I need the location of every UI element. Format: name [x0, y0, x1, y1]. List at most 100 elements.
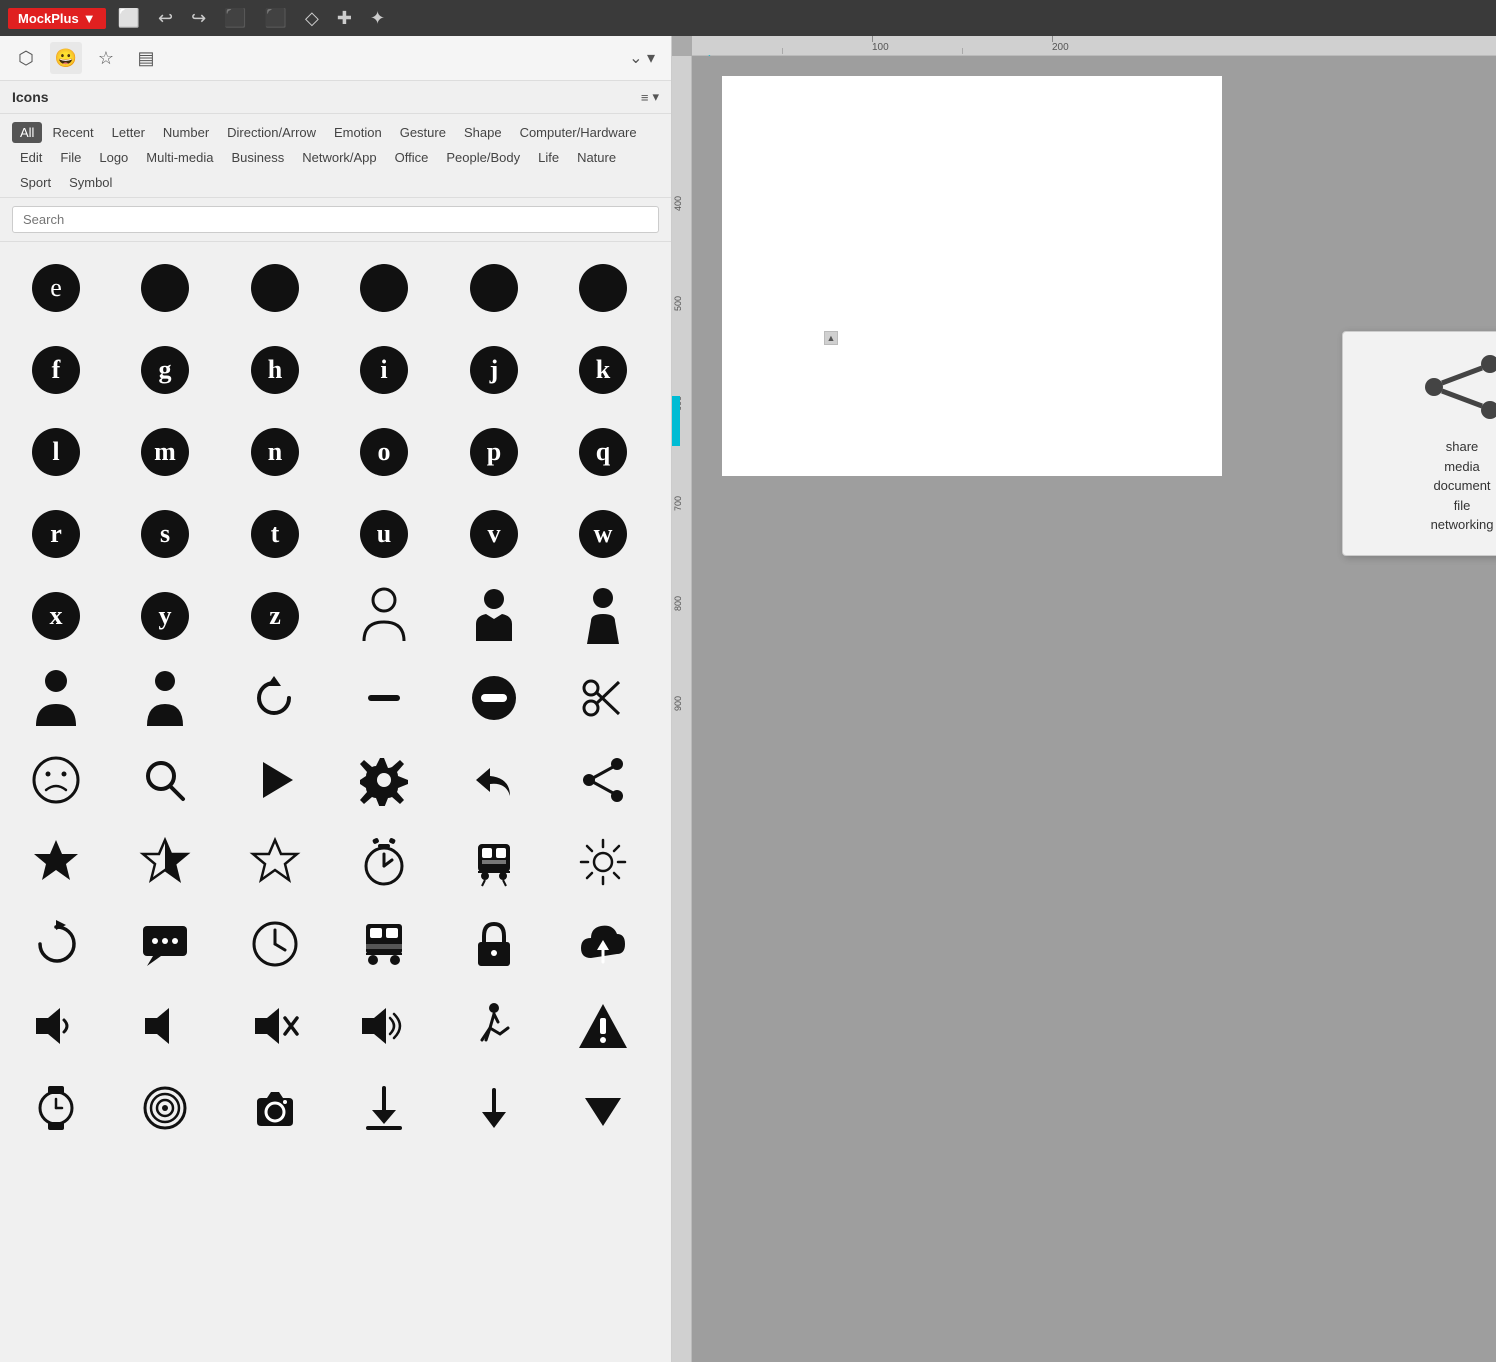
icon-cell-down-triangle[interactable] [556, 1068, 651, 1148]
cat-tab-computer[interactable]: Computer/Hardware [512, 122, 645, 143]
icon-cell-minus-line[interactable] [337, 658, 432, 738]
icon-cell-volume-low[interactable] [8, 986, 103, 1066]
icon-cell-v[interactable]: v [446, 494, 541, 574]
icon-cell-person-female[interactable] [556, 576, 651, 656]
icon-cell-m[interactable]: m [118, 412, 213, 492]
cat-tab-file[interactable]: File [52, 147, 89, 168]
icon-cell-walk[interactable] [446, 986, 541, 1066]
cat-tab-gesture[interactable]: Gesture [392, 122, 454, 143]
icon-cell-sun[interactable] [556, 822, 651, 902]
icon-cell-timer[interactable] [337, 822, 432, 902]
canvas-surface[interactable] [692, 56, 1496, 1362]
icons-header-actions[interactable]: ≡ ▾ [641, 89, 659, 105]
icon-cell-person1[interactable] [8, 658, 103, 738]
icon-cell-minus-circle[interactable] [446, 658, 541, 738]
icon-cell-clock[interactable] [227, 904, 322, 984]
icon-cell-q[interactable]: q [556, 412, 651, 492]
cat-tab-letter[interactable]: Letter [104, 122, 153, 143]
icon-cell-share[interactable] [556, 740, 651, 820]
cat-tab-life[interactable]: Life [530, 147, 567, 168]
cat-tab-logo[interactable]: Logo [91, 147, 136, 168]
cat-tab-number[interactable]: Number [155, 122, 217, 143]
icon-cell-radio[interactable] [118, 1068, 213, 1148]
brand-button[interactable]: MockPlus ▼ [8, 8, 106, 29]
cat-tab-network[interactable]: Network/App [294, 147, 384, 168]
icon-cell-j[interactable]: j [446, 330, 541, 410]
icon-cell-star-half[interactable] [118, 822, 213, 902]
tab-library[interactable]: ▤ [130, 42, 162, 74]
icon-cell-camera[interactable] [227, 1068, 322, 1148]
icon-cell-bus[interactable] [337, 904, 432, 984]
icon-cell-settings[interactable] [337, 740, 432, 820]
icon-cell-y[interactable]: y [118, 576, 213, 656]
icon-cell-person-suit[interactable] [446, 576, 541, 656]
toolbar-icon-7[interactable]: ✦ [364, 0, 391, 36]
cat-tab-office[interactable]: Office [387, 147, 437, 168]
cat-tab-sport[interactable]: Sport [12, 172, 59, 193]
cat-tab-business[interactable]: Business [223, 147, 292, 168]
cat-tab-direction[interactable]: Direction/Arrow [219, 122, 324, 143]
icon-cell-n[interactable]: n [227, 412, 322, 492]
tab-shapes[interactable]: ⬡ [10, 42, 42, 74]
icon-cell-lock[interactable] [446, 904, 541, 984]
icon-cell-star-outline[interactable] [227, 822, 322, 902]
toolbar-icon-redo[interactable]: ↪ [185, 0, 212, 36]
toolbar-icon-3[interactable]: ⬛ [218, 0, 252, 36]
icon-cell-refresh[interactable] [227, 658, 322, 738]
icon-cell-o[interactable]: o [337, 412, 432, 492]
icon-cell-s[interactable]: s [118, 494, 213, 574]
icon-cell-refresh2[interactable] [8, 904, 103, 984]
icon-cell[interactable]: e [8, 248, 103, 328]
icon-cell-volume-high[interactable] [337, 986, 432, 1066]
cat-tab-multimedia[interactable]: Multi-media [138, 147, 221, 168]
icon-cell-scissors[interactable] [556, 658, 651, 738]
scroll-arrow-up[interactable]: ▲ [824, 331, 838, 345]
cat-tab-recent[interactable]: Recent [44, 122, 101, 143]
icon-cell[interactable] [337, 248, 432, 328]
icon-cell-search[interactable] [118, 740, 213, 820]
panel-expand-button[interactable]: ⌄ ▾ [623, 44, 661, 72]
icon-cell-z[interactable]: z [227, 576, 322, 656]
cat-tab-all[interactable]: All [12, 122, 42, 143]
canvas-page[interactable] [722, 76, 1222, 476]
toolbar-icon-6[interactable]: ✚ [331, 0, 358, 36]
icon-cell-p[interactable]: p [446, 412, 541, 492]
toolbar-icon-4[interactable]: ⬛ [259, 0, 293, 36]
cat-tab-edit[interactable]: Edit [12, 147, 50, 168]
search-input[interactable] [12, 206, 659, 233]
icon-cell-watch[interactable] [8, 1068, 103, 1148]
cat-tab-shape[interactable]: Shape [456, 122, 510, 143]
icon-cell-w[interactable]: w [556, 494, 651, 574]
icon-cell-person2[interactable] [118, 658, 213, 738]
icon-cell-x[interactable]: x [8, 576, 103, 656]
icon-cell[interactable] [446, 248, 541, 328]
icon-cell-f[interactable]: f [8, 330, 103, 410]
icon-cell-k[interactable]: k [556, 330, 651, 410]
icon-cell-sad-face[interactable] [8, 740, 103, 820]
icon-cell-no-sound[interactable] [227, 986, 322, 1066]
icon-cell[interactable] [227, 248, 322, 328]
toolbar-icon-5[interactable]: ◇ [299, 0, 325, 36]
tab-emoji[interactable]: 😀 [50, 42, 82, 74]
icon-cell-chat[interactable] [118, 904, 213, 984]
icon-cell-r[interactable]: r [8, 494, 103, 574]
icon-cell-g[interactable]: g [118, 330, 213, 410]
icon-cell-down-arrow[interactable] [446, 1068, 541, 1148]
icon-cell-upload-cloud[interactable] [556, 904, 651, 984]
icon-cell-subway[interactable] [446, 822, 541, 902]
icon-cell-u[interactable]: u [337, 494, 432, 574]
icon-cell-l[interactable]: l [8, 412, 103, 492]
icon-cell[interactable] [118, 248, 213, 328]
toolbar-icon-1[interactable]: ⬜ [112, 0, 146, 36]
cat-tab-symbol[interactable]: Symbol [61, 172, 120, 193]
cat-tab-nature[interactable]: Nature [569, 147, 624, 168]
cat-tab-emotion[interactable]: Emotion [326, 122, 390, 143]
icon-cell-t[interactable]: t [227, 494, 322, 574]
tab-favorites[interactable]: ☆ [90, 42, 122, 74]
icon-cell-i[interactable]: i [337, 330, 432, 410]
icon-cell-play[interactable] [227, 740, 322, 820]
icon-cell-person-outline[interactable] [337, 576, 432, 656]
icon-cell-reply[interactable] [446, 740, 541, 820]
toolbar-icon-undo[interactable]: ↩ [152, 0, 179, 36]
cat-tab-people[interactable]: People/Body [438, 147, 528, 168]
